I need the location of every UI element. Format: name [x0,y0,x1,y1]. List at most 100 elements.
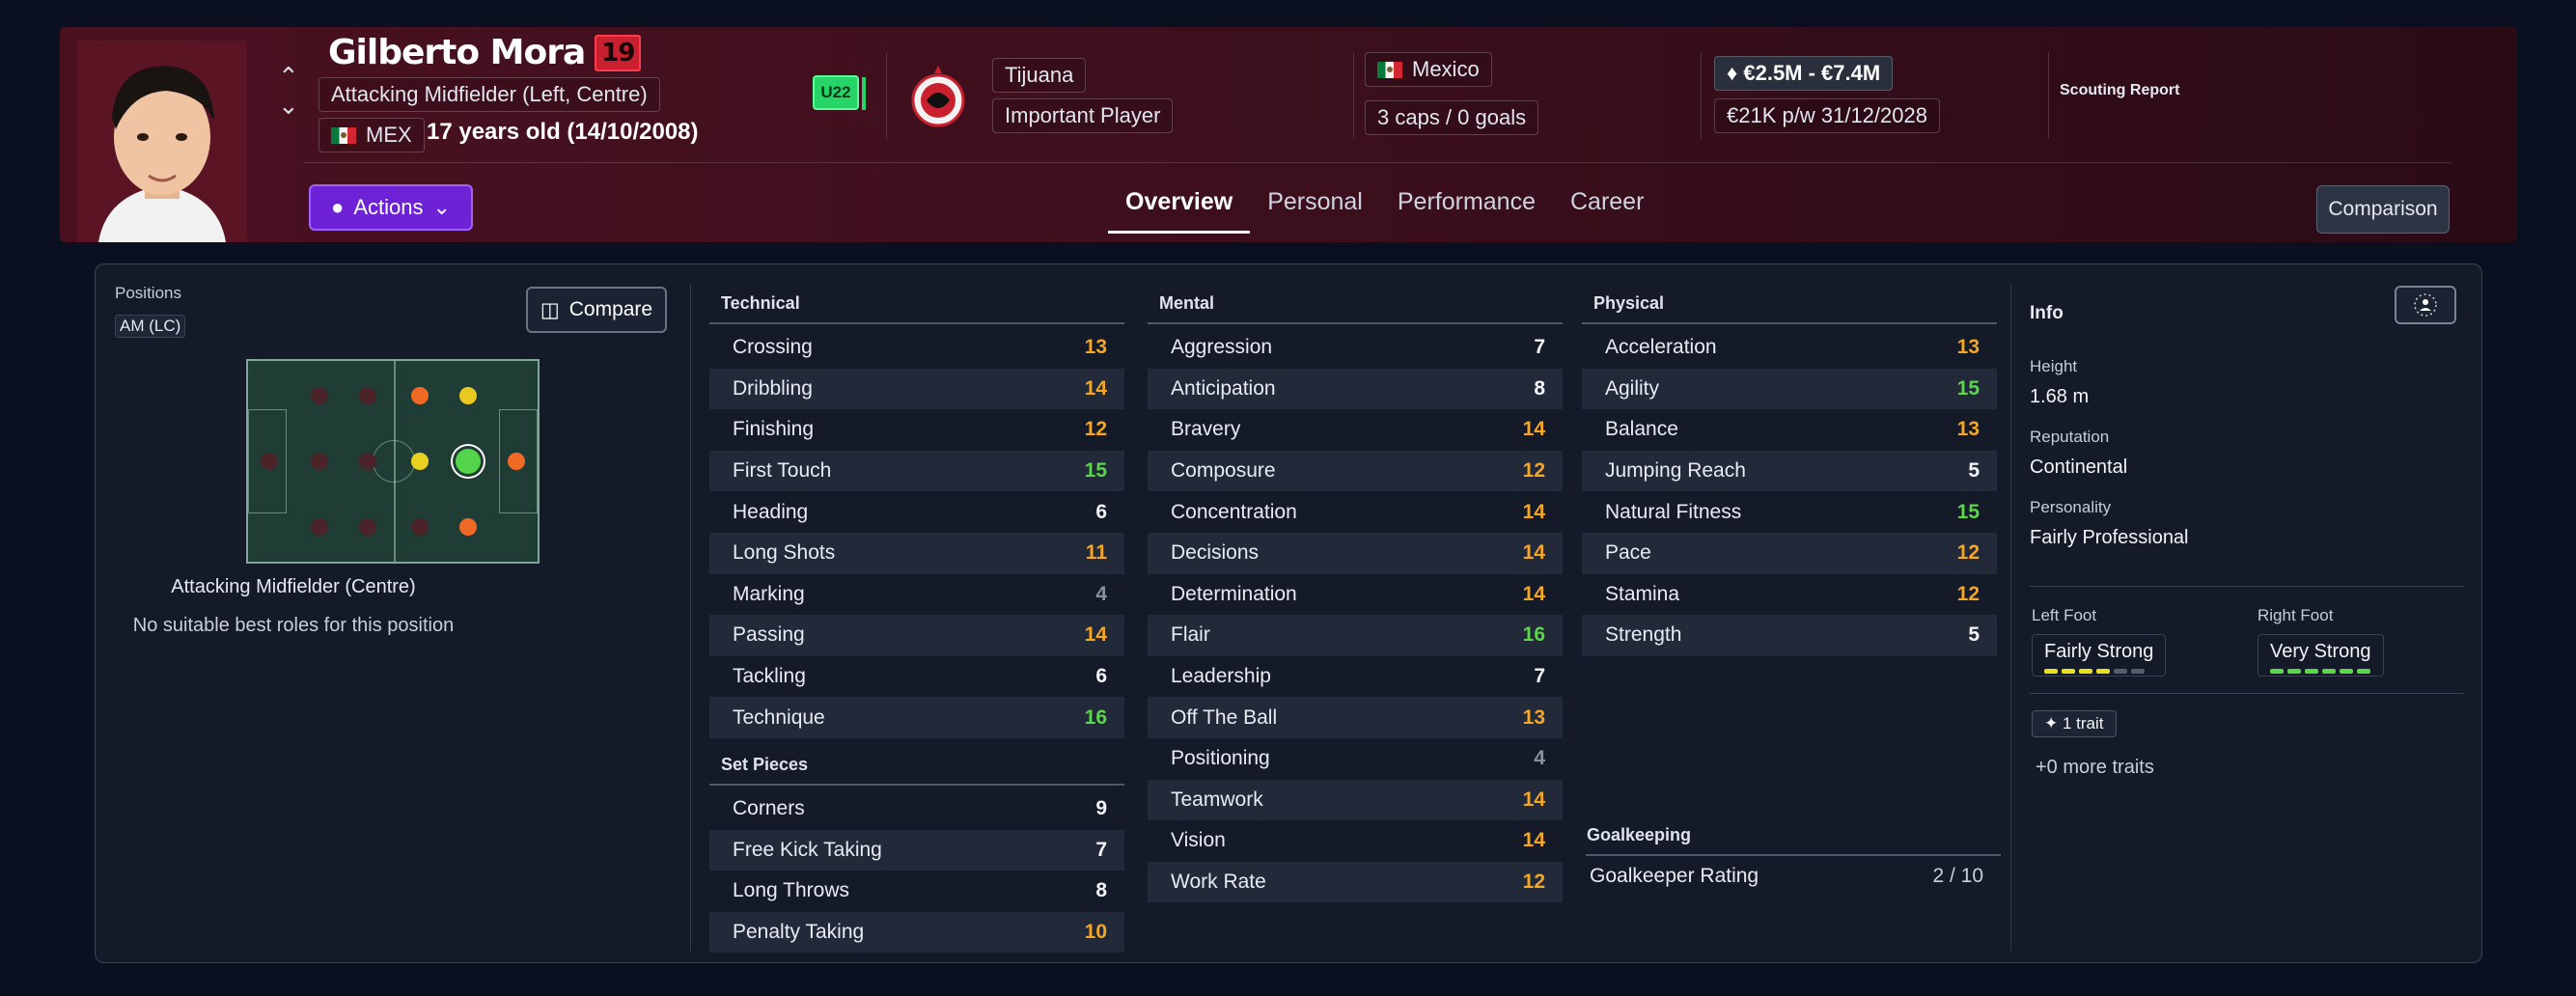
attribute-row[interactable]: Finishing 12 [709,409,1124,451]
divider [2048,52,2049,139]
club-crest-icon[interactable] [909,62,967,129]
next-player-chevron-down-icon[interactable]: ⌄ [278,93,299,118]
set-pieces-section: Set Pieces Corners 9 Free Kick Taking 7 Long… [709,745,1124,954]
attribute-value: 12 [1084,418,1107,441]
mexico-flag-icon [331,127,356,144]
attribute-row[interactable]: Positioning 4 [1148,738,1563,780]
attribute-name: Corners [733,797,805,820]
attribute-name: Leadership [1171,665,1271,688]
foot-strength-bar [2322,669,2336,674]
tab-personal[interactable]: Personal [1250,180,1380,234]
attribute-value: 5 [1968,459,1980,483]
attribute-row[interactable]: Heading 6 [709,491,1124,533]
club-name[interactable]: Tijuana [992,58,1087,93]
trait-button[interactable]: ✦ 1 trait [2032,710,2117,737]
position-pitch [246,359,540,564]
attribute-name: Free Kick Taking [733,838,882,861]
attribute-value: 8 [1095,879,1107,902]
actions-label: Actions [353,195,424,219]
attribute-row[interactable]: Long Throws 8 [709,871,1124,912]
attribute-value: 12 [1956,582,1980,605]
attribute-value: 14 [1522,418,1545,441]
nationality-pill[interactable]: MEX [319,118,425,152]
attribute-row[interactable]: Natural Fitness 15 [1582,491,1997,533]
attribute-row[interactable]: Penalty Taking 10 [709,911,1124,954]
right-foot-label: Right Foot [2257,606,2334,624]
attribute-name: Stamina [1605,582,1680,605]
foot-strength-bar [2305,669,2318,674]
tab-performance[interactable]: Performance [1380,180,1553,234]
attribute-value: 11 [1085,541,1107,565]
attribute-value: 15 [1084,459,1107,483]
attribute-value: 15 [1956,500,1980,523]
divider [1353,52,1354,139]
attribute-name: Off The Ball [1171,706,1278,729]
sparkle-icon: ✦ [2044,714,2059,733]
compare-button[interactable]: ◫ Compare [526,287,667,333]
attribute-row[interactable]: Jumping Reach 5 [1582,450,1997,492]
attribute-row[interactable]: Agility 15 [1582,368,1997,410]
tab-overview[interactable]: Overview [1108,180,1251,234]
attribute-value: 14 [1522,582,1545,605]
nation-pill[interactable]: Mexico [1365,52,1492,87]
mental-title: Mental [1148,284,1563,324]
attribute-row[interactable]: Tackling 6 [709,656,1124,698]
attribute-row[interactable]: Aggression 7 [1148,327,1563,369]
attribute-row[interactable]: First Touch 15 [709,450,1124,492]
attribute-row[interactable]: Free Kick Taking 7 [709,829,1124,872]
pitch-position-dot [311,518,328,536]
attribute-row[interactable]: Stamina 12 [1582,574,1997,616]
attribute-row[interactable]: Technique 16 [709,697,1124,738]
attribute-row[interactable]: Balance 13 [1582,409,1997,451]
goalkeeping-section: Goalkeeping Goalkeeper Rating 2 / 10 [1586,816,2001,898]
attribute-row[interactable]: Decisions 14 [1148,532,1563,574]
attribute-row[interactable]: Off The Ball 13 [1148,697,1563,738]
more-traits-link[interactable]: +0 more traits [2036,757,2154,779]
actions-button[interactable]: ● Actions ⌄ [309,184,473,231]
attribute-value: 6 [1095,665,1107,688]
pitch-position-dot [411,387,429,404]
attribute-row[interactable]: Marking 4 [709,574,1124,616]
attribute-row[interactable]: Work Rate 12 [1148,861,1563,903]
position-name: Attacking Midfielder (Centre) [171,576,416,597]
attribute-row[interactable]: Teamwork 14 [1148,779,1563,821]
scouting-report-link[interactable]: Scouting Report [2060,82,2179,99]
attribute-row[interactable]: Vision 14 [1148,820,1563,862]
attribute-row[interactable]: Concentration 14 [1148,491,1563,533]
technical-title: Technical [709,284,1124,324]
attribute-value: 10 [1084,921,1107,944]
tab-career[interactable]: Career [1553,180,1661,234]
player-profile-icon[interactable] [2395,286,2456,324]
attribute-row[interactable]: Corners 9 [709,788,1124,830]
attribute-name: Vision [1171,829,1226,852]
attribute-name: Acceleration [1605,336,1717,359]
pitch-position-dot [459,387,477,404]
attribute-value: 6 [1095,500,1107,523]
comparison-button[interactable]: Comparison [2316,185,2450,234]
goalkeeper-rating-value: 2 / 10 [1932,865,1983,888]
attribute-name: Bravery [1171,418,1241,441]
attribute-value: 12 [1522,459,1545,483]
attribute-value: 7 [1095,838,1107,861]
left-foot-bars [2044,669,2153,674]
attribute-row[interactable]: Anticipation 8 [1148,368,1563,410]
attribute-row[interactable]: Long Shots 11 [709,532,1124,574]
attribute-row[interactable]: Dribbling 14 [709,368,1124,410]
attribute-row[interactable]: Leadership 7 [1148,656,1563,698]
attribute-row[interactable]: Pace 12 [1582,532,1997,574]
attribute-row[interactable]: Crossing 13 [709,327,1124,369]
attribute-row[interactable]: Passing 14 [709,615,1124,656]
previous-player-chevron-up-icon[interactable]: ⌃ [278,64,299,89]
pitch-position-dot [311,387,328,404]
attribute-row[interactable]: Bravery 14 [1148,409,1563,451]
divider [886,52,887,139]
attribute-value: 7 [1534,665,1545,688]
u22-badge: U22 [813,75,866,110]
attribute-row[interactable]: Strength 5 [1582,615,1997,656]
attribute-row[interactable]: Determination 14 [1148,574,1563,616]
header-divider [303,162,2451,163]
attribute-row[interactable]: Composure 12 [1148,450,1563,492]
attribute-row[interactable]: Flair 16 [1148,615,1563,656]
attribute-row[interactable]: Acceleration 13 [1582,327,1997,369]
transfer-value-pill[interactable]: ♦ €2.5M - €7.4M [1714,56,1894,91]
